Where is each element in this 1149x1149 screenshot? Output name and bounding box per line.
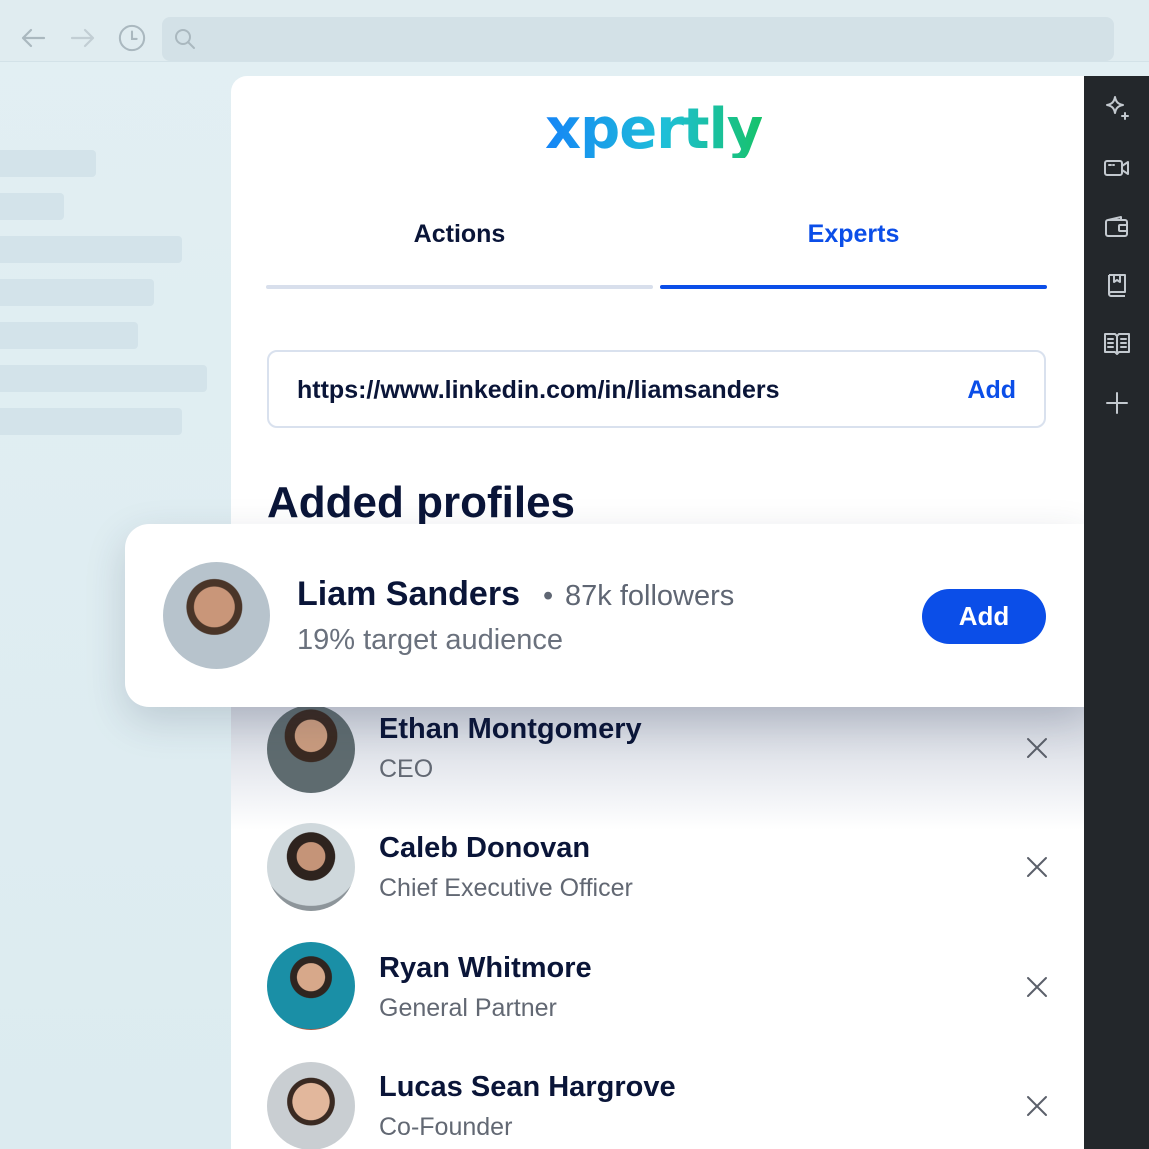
placeholder-line (0, 365, 207, 392)
placeholder-line (0, 236, 182, 263)
open-book-icon[interactable] (1102, 329, 1132, 359)
search-icon (174, 28, 196, 55)
wallet-icon[interactable] (1102, 212, 1132, 242)
profile-name: Ethan Montgomery (379, 713, 642, 745)
linkedin-url-input[interactable]: https://www.linkedin.com/in/liamsanders … (267, 350, 1046, 428)
tab-actions-underline (266, 285, 653, 289)
profile-role: CEO (379, 755, 434, 783)
sparkle-icon[interactable] (1102, 94, 1132, 124)
preview-separator: • (543, 580, 554, 612)
tab-experts[interactable]: Experts (660, 220, 1047, 249)
placeholder-line (0, 150, 96, 177)
preview-followers: 87k followers (565, 580, 735, 612)
section-title: Added profiles (267, 478, 576, 527)
browser-toolbar (0, 0, 1149, 62)
avatar-liam (163, 562, 270, 669)
bookmark-book-icon[interactable] (1102, 270, 1132, 300)
remove-profile-close-icon[interactable] (1022, 733, 1052, 763)
profile-role: Chief Executive Officer (379, 874, 633, 902)
avatar-lucas (267, 1062, 355, 1149)
placeholder-line (0, 322, 138, 349)
avatar-ryan (267, 942, 355, 1030)
forward-arrow-icon[interactable] (69, 24, 97, 52)
card-shadow-region (231, 690, 1084, 830)
profile-role: General Partner (379, 994, 557, 1022)
placeholder-line (0, 193, 64, 220)
tab-experts-underline (660, 285, 1047, 289)
url-add-button[interactable]: Add (967, 376, 1016, 405)
address-bar[interactable] (162, 17, 1114, 61)
remove-profile-close-icon[interactable] (1022, 972, 1052, 1002)
tab-actions[interactable]: Actions (266, 220, 653, 249)
url-input-value[interactable]: https://www.linkedin.com/in/liamsanders (297, 376, 780, 405)
profile-name: Caleb Donovan (379, 832, 591, 864)
plus-icon[interactable] (1102, 388, 1132, 418)
profile-name: Ryan Whitmore (379, 952, 592, 984)
preview-name: Liam Sanders (297, 575, 520, 613)
profile-role: Co-Founder (379, 1113, 513, 1141)
placeholder-line (0, 408, 182, 435)
back-arrow-icon[interactable] (19, 24, 47, 52)
placeholder-line (0, 279, 154, 306)
xpertly-logo: xpertly (545, 97, 763, 162)
avatar-ethan (267, 705, 355, 793)
remove-profile-close-icon[interactable] (1022, 1091, 1052, 1121)
profile-name: Lucas Sean Hargrove (379, 1071, 676, 1103)
remove-profile-close-icon[interactable] (1022, 852, 1052, 882)
preview-add-button[interactable]: Add (922, 589, 1046, 644)
history-clock-icon[interactable] (118, 24, 146, 52)
avatar-caleb (267, 823, 355, 911)
browser-side-panel (1084, 76, 1149, 1149)
video-camera-icon[interactable] (1102, 153, 1132, 183)
preview-audience: 19% target audience (297, 624, 564, 656)
